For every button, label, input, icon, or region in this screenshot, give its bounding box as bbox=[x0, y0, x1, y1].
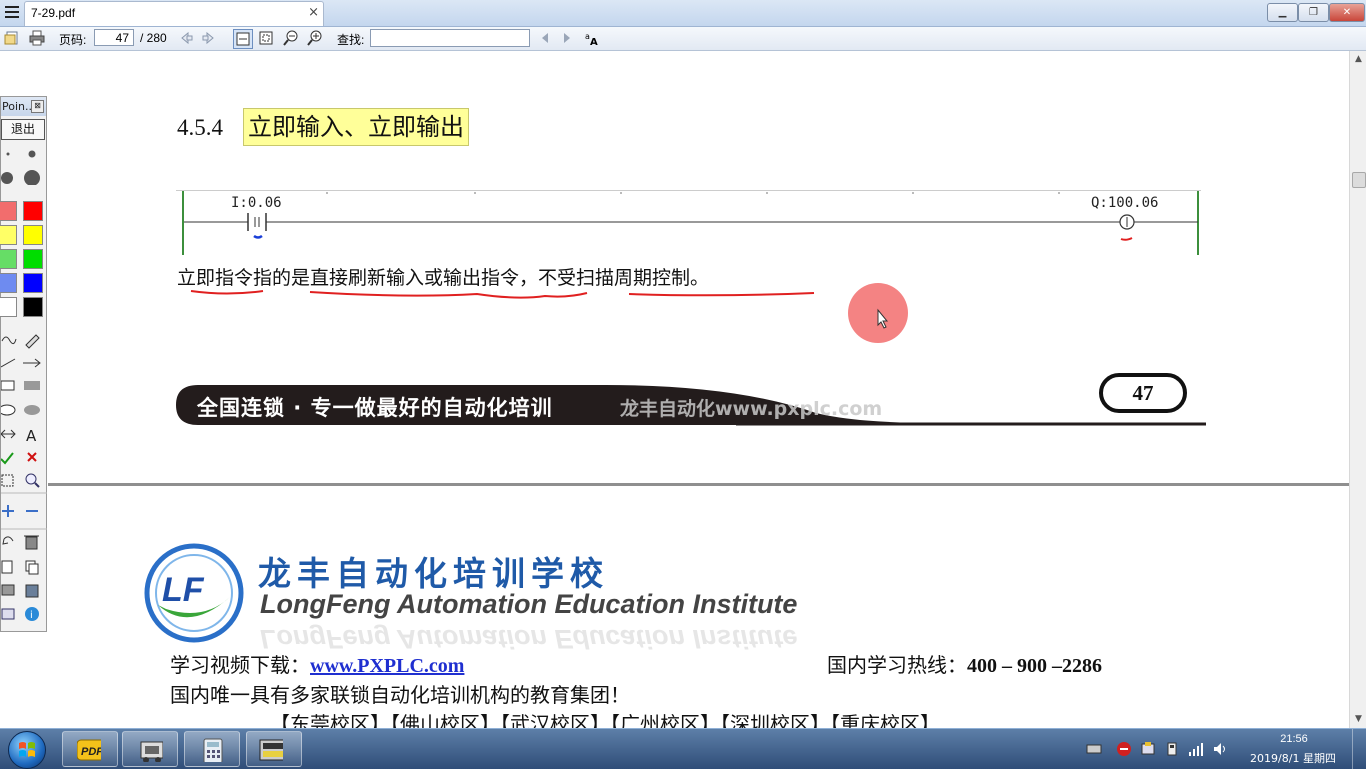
open-file-icon[interactable] bbox=[4, 30, 20, 46]
page-label: 页码: bbox=[59, 33, 87, 47]
tab-title: 7-29.pdf bbox=[31, 6, 76, 20]
taskbar-calculator[interactable] bbox=[184, 731, 240, 767]
scroll-down-icon[interactable]: ▼ bbox=[1350, 711, 1366, 728]
hotline-line: 国内学习热线：400 – 900 –2286 bbox=[827, 649, 1102, 678]
color-swatch[interactable] bbox=[23, 273, 43, 293]
pen-size-options[interactable] bbox=[1, 145, 47, 185]
exit-button[interactable]: 退出 bbox=[1, 119, 45, 140]
page-separator bbox=[48, 483, 1349, 486]
clock-date[interactable]: 2019/8/1 星期四 bbox=[1238, 750, 1348, 766]
output-coil-label: Q:100.06 bbox=[1091, 195, 1159, 211]
show-desktop-button[interactable] bbox=[1352, 729, 1366, 769]
scroll-thumb[interactable] bbox=[1352, 172, 1366, 188]
input-contact-label: I:0.06 bbox=[231, 195, 282, 211]
fit-page-icon[interactable] bbox=[258, 30, 274, 46]
school-logo: LF bbox=[144, 543, 244, 643]
section-number: 4.5.4 bbox=[177, 115, 223, 140]
toolbar: 页码: 47 / 280 查找: aA bbox=[0, 27, 1366, 51]
download-label: 学习视频下载： bbox=[170, 653, 310, 677]
footer-watermark: 龙丰自动化www.pxplc.com bbox=[620, 398, 883, 420]
color-swatch[interactable] bbox=[0, 249, 17, 269]
footer-slogan: 全国连锁 · 专一做最好的自动化培训 bbox=[197, 396, 553, 420]
color-swatch[interactable] bbox=[0, 225, 17, 245]
logo-text: LF bbox=[162, 571, 205, 609]
color-swatch[interactable] bbox=[23, 225, 43, 245]
keyboard-icon[interactable] bbox=[1086, 741, 1102, 757]
fit-width-icon[interactable] bbox=[233, 29, 253, 49]
brand-name-chinese: 龙丰自动化培训学校 bbox=[258, 554, 609, 593]
text-tool-label[interactable]: A bbox=[26, 427, 37, 445]
taskbar-plc-software[interactable] bbox=[246, 731, 302, 767]
palette-titlebar[interactable]: Poin... ⊠ bbox=[1, 97, 46, 116]
match-case-icon[interactable]: aA bbox=[584, 30, 600, 48]
start-button[interactable] bbox=[8, 731, 46, 769]
download-link[interactable]: www.PXPLC.com bbox=[310, 655, 464, 677]
search-input[interactable] bbox=[370, 29, 530, 47]
laser-pointer bbox=[848, 283, 908, 343]
taskbar-pdf-reader[interactable]: PDF bbox=[62, 731, 118, 767]
clock-time[interactable]: 21:56 bbox=[1262, 733, 1326, 745]
pdf-icon-label: PDF bbox=[81, 746, 101, 758]
color-swatch[interactable] bbox=[23, 297, 43, 317]
brand-name-english: LongFeng Automation Education Institute bbox=[260, 589, 798, 619]
security-icon[interactable] bbox=[1116, 741, 1132, 757]
zoom-out-icon[interactable] bbox=[283, 30, 299, 46]
hotline-number: 400 – 900 –2286 bbox=[967, 655, 1102, 677]
page-number-badge: 47 bbox=[1099, 373, 1187, 413]
scroll-up-icon[interactable]: ▲ bbox=[1350, 51, 1366, 68]
document-viewport[interactable]: 4.5.4 立即输入、立即输出 I:0.06 Q:100.06 立即指令指的是直… bbox=[0, 51, 1349, 728]
volume-icon[interactable] bbox=[1212, 741, 1228, 757]
find-previous-icon[interactable] bbox=[537, 30, 553, 46]
next-page-icon[interactable] bbox=[201, 30, 217, 46]
menu-icon[interactable] bbox=[3, 3, 21, 21]
usb-device-icon[interactable] bbox=[1164, 741, 1180, 757]
page-total: / 280 bbox=[140, 31, 167, 45]
annotation-underlines bbox=[190, 290, 815, 299]
zoom-in-icon[interactable] bbox=[307, 30, 323, 46]
palette-close-icon[interactable]: ⊠ bbox=[31, 100, 44, 113]
page-number-input[interactable]: 47 bbox=[94, 29, 134, 46]
taskbar-projector-app[interactable] bbox=[122, 731, 178, 767]
tool-icons: A i bbox=[1, 334, 47, 621]
taskbar: PDF 21:56 2019/8/1 星期四 bbox=[0, 728, 1366, 769]
tab-close-icon[interactable]: × bbox=[308, 5, 319, 20]
find-next-icon[interactable] bbox=[559, 30, 575, 46]
svg-text:i: i bbox=[30, 610, 33, 621]
minimize-button[interactable]: ▁ bbox=[1267, 3, 1298, 22]
color-swatch[interactable] bbox=[23, 201, 43, 221]
section-title: 立即输入、立即输出 bbox=[243, 108, 469, 146]
title-bar: 7-29.pdf × ▁ ❐ ✕ bbox=[0, 0, 1366, 27]
pointer-palette: Poin... ⊠ 退出 A i bbox=[0, 96, 47, 632]
color-swatch[interactable] bbox=[0, 273, 17, 293]
tab-document[interactable]: 7-29.pdf × bbox=[24, 1, 324, 26]
previous-page-icon[interactable] bbox=[178, 30, 194, 46]
color-swatch[interactable] bbox=[23, 249, 43, 269]
ladder-diagram: I:0.06 Q:100.06 bbox=[176, 190, 1201, 255]
print-icon[interactable] bbox=[29, 30, 45, 46]
svg-text:A: A bbox=[590, 37, 598, 46]
campus-list: 【东莞校区】【佛山校区】【武汉校区】【广州校区】【深圳校区】【重庆校区】 bbox=[270, 712, 940, 728]
hotline-label: 国内学习热线： bbox=[827, 653, 967, 677]
group-text: 国内唯一具有多家联锁自动化培训机构的教育集团！ bbox=[170, 683, 630, 707]
color-swatch[interactable] bbox=[0, 297, 17, 317]
color-swatch[interactable] bbox=[0, 201, 17, 221]
maximize-button[interactable]: ❐ bbox=[1298, 3, 1329, 22]
vertical-scrollbar[interactable]: ▲ ▼ bbox=[1349, 51, 1366, 728]
find-label: 查找: bbox=[337, 33, 365, 47]
download-line: 学习视频下载：www.PXPLC.com bbox=[170, 649, 464, 678]
network-app-icon[interactable] bbox=[1140, 741, 1156, 757]
signal-icon[interactable] bbox=[1188, 741, 1204, 757]
close-button[interactable]: ✕ bbox=[1329, 3, 1365, 22]
